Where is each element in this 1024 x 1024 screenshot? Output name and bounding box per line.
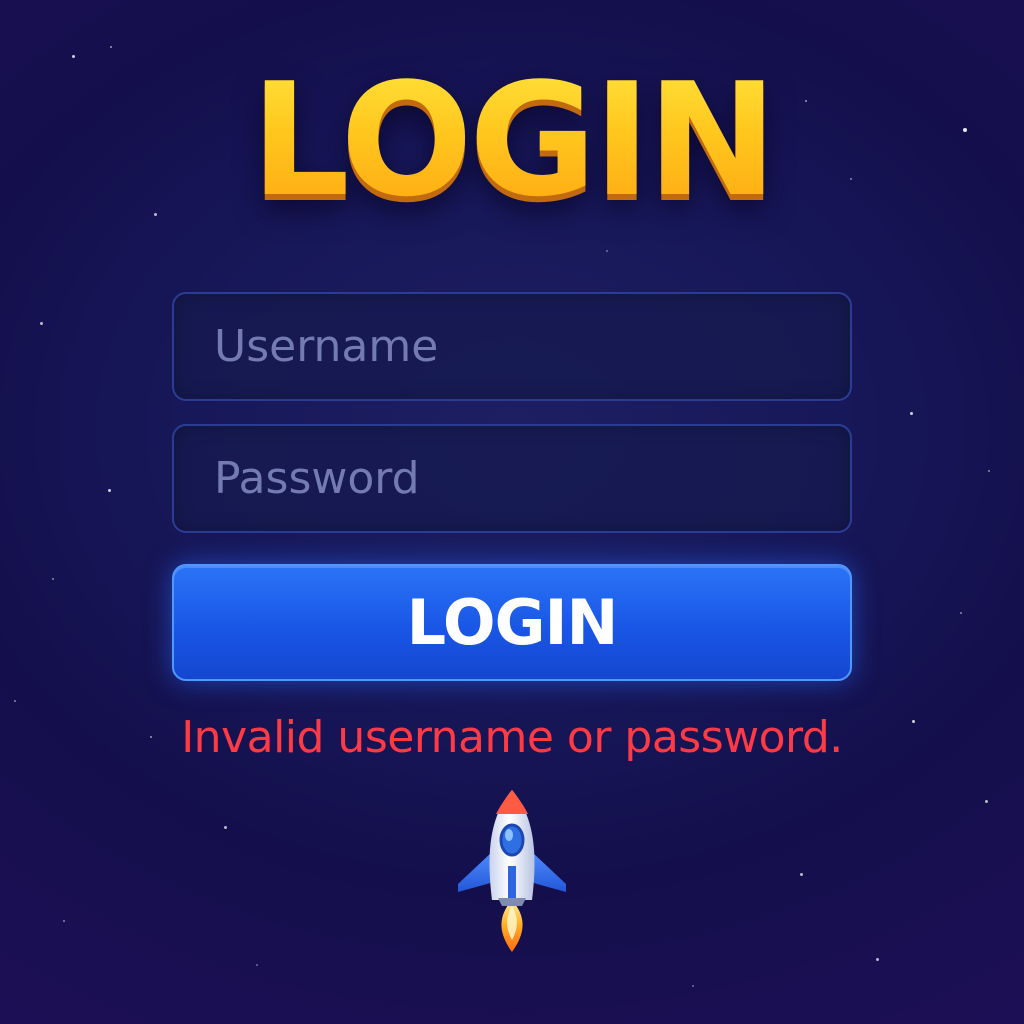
star [224,826,227,829]
star [72,55,75,58]
star [985,800,988,803]
star [108,489,111,492]
star [960,612,962,614]
rocket-icon [452,782,572,958]
username-field[interactable] [172,292,852,401]
star [876,958,879,961]
star [910,412,913,415]
star [606,250,608,252]
page-title: LOGIN [0,62,1024,218]
password-field[interactable] [172,424,852,533]
login-button[interactable]: LOGIN [172,564,852,681]
star [988,470,990,472]
star [256,964,258,966]
star [800,873,803,876]
username-input[interactable] [174,294,850,399]
star [63,920,65,922]
star [40,322,43,325]
star [110,46,112,48]
star [692,985,694,987]
star [52,578,54,580]
star [14,700,16,702]
password-input[interactable] [174,426,850,531]
error-message: Invalid username or password. [181,712,843,763]
